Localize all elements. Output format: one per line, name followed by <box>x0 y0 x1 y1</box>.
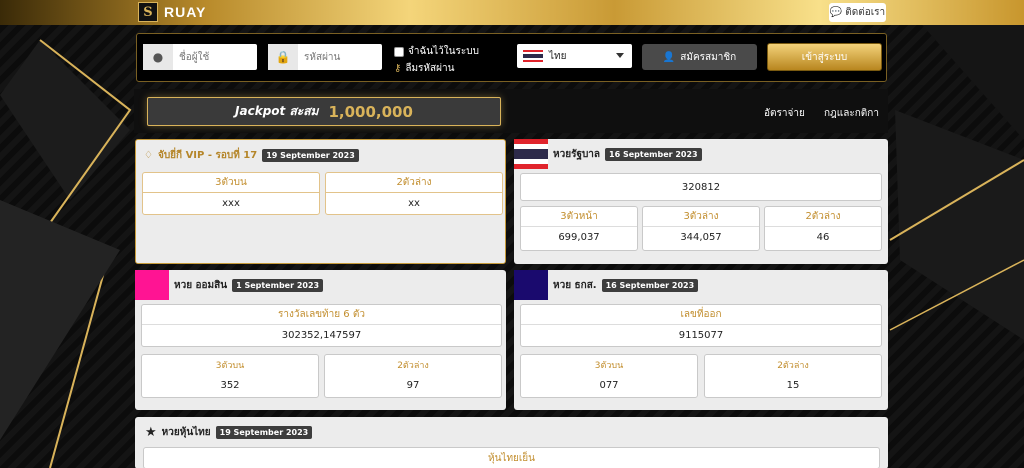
gsb-card-header: หวย ออมสิน 1 September 2023 <box>135 270 324 300</box>
stock-sub-box: หุ้นไทยเย็น <box>143 447 880 468</box>
stock-date-badge: 19 September 2023 <box>215 425 313 439</box>
remember-checkbox[interactable] <box>394 46 404 57</box>
thai-flag-icon <box>514 139 548 169</box>
gov-back2-label: 2ตัวล่าง <box>765 207 881 227</box>
vip-lottery-card: ♢ จับยี่กี VIP - รอบที่ 17 19 September … <box>135 139 506 264</box>
baac-prize-label: เลขที่ออก <box>521 305 881 325</box>
contact-button[interactable]: 💬 ติดต่อเรา <box>829 3 886 22</box>
forgot-label: ลืมรหัสผ่าน <box>405 63 455 74</box>
gov-title: หวยรัฐบาล <box>553 148 601 160</box>
language-select[interactable]: ไทย <box>517 44 632 68</box>
top-bar: S RUAY 💬 ติดต่อเรา <box>0 0 1024 25</box>
gov-back2-box: 2ตัวล่าง 46 <box>764 206 882 251</box>
baac-2bottom-value: 15 <box>786 379 800 391</box>
baac-3top-value: 077 <box>599 379 619 391</box>
logo-mark: S <box>138 2 158 22</box>
chat-icon: 💬 <box>829 7 843 18</box>
thai-stock-lottery-card: ★ หวยหุ้นไทย 19 September 2023 หุ้นไทยเย… <box>135 417 888 468</box>
gov-first-prize-box: 320812 <box>520 173 882 201</box>
gsb-2bottom-box: 2ตัวล่าง 97 <box>324 354 502 398</box>
register-button[interactable]: 👤 สมัครสมาชิก <box>642 44 757 70</box>
main-panel: Jackpot สะสม 1,000,000 อัตราจ่าย กฎและกต… <box>134 89 888 468</box>
vip-2bottom-label: 2ตัวล่าง <box>326 173 502 193</box>
baac-date-badge: 16 September 2023 <box>601 278 699 292</box>
stock-title: หวยหุ้นไทย <box>161 426 211 438</box>
jackpot-value: 1,000,000 <box>328 102 413 121</box>
vip-3top-box: 3ตัวบน xxx <box>142 172 320 215</box>
brand-name: RUAY <box>164 4 207 20</box>
gsb-2bottom-value: 97 <box>406 379 420 391</box>
gsb-prize-value: 302352,147597 <box>281 329 362 341</box>
gov-front3-label: 3ตัวหน้า <box>521 207 637 227</box>
logo[interactable]: S RUAY <box>138 2 206 22</box>
stock-card-header: ★ หวยหุ้นไทย 19 September 2023 <box>145 417 313 447</box>
gsb-date-badge: 1 September 2023 <box>232 278 324 292</box>
gov-card-header: หวยรัฐบาล 16 September 2023 <box>514 139 702 169</box>
gsb-3top-label: 3ตัวบน <box>215 361 245 371</box>
diamond-icon: ♢ <box>144 149 153 161</box>
lock-icon: 🔒 <box>268 44 298 70</box>
baac-prize-value: 9115077 <box>678 329 724 341</box>
baac-card-header: หวย ธกส. 16 September 2023 <box>514 270 699 300</box>
gsb-prize-box: รางวัลเลขท้าย 6 ตัว 302352,147597 <box>141 304 502 347</box>
jackpot-display: Jackpot สะสม 1,000,000 <box>147 97 501 126</box>
nav-rates[interactable]: อัตราจ่าย <box>764 106 805 121</box>
gov-back3-box: 3ตัวล่าง 344,057 <box>642 206 760 251</box>
vip-title: จับยี่กี VIP - รอบที่ 17 <box>157 149 258 161</box>
baac-2bottom-label: 2ตัวล่าง <box>777 361 809 371</box>
language-value: ไทย <box>549 50 567 62</box>
contact-label: ติดต่อเรา <box>845 7 886 18</box>
key-icon: ⚷ <box>394 63 402 74</box>
gsb-color-swatch <box>135 270 169 300</box>
user-icon: ● <box>143 44 173 70</box>
gov-date-badge: 16 September 2023 <box>605 147 702 161</box>
password-placeholder: รหัสผ่าน <box>304 51 341 63</box>
jackpot-label: Jackpot สะสม <box>235 104 319 118</box>
gsb-2bottom-label: 2ตัวล่าง <box>397 361 429 371</box>
vip-2bottom-value: xx <box>408 197 420 209</box>
vip-2bottom-box: 2ตัวล่าง xx <box>325 172 503 215</box>
gov-first-prize: 320812 <box>681 181 721 193</box>
gov-front3-value: 699,037 <box>558 231 600 243</box>
login-button[interactable]: เข้าสู่ระบบ <box>767 43 882 71</box>
baac-3top-box: 3ตัวบน 077 <box>520 354 698 398</box>
vip-3top-value: xxx <box>222 197 240 209</box>
vip-3top-label: 3ตัวบน <box>143 173 319 193</box>
government-lottery-card: หวยรัฐบาล 16 September 2023 320812 3ตัวห… <box>514 139 888 264</box>
password-field[interactable]: 🔒 รหัสผ่าน <box>268 44 382 70</box>
vip-card-header: ♢ จับยี่กี VIP - รอบที่ 17 19 September … <box>144 140 359 170</box>
gov-back2-value: 46 <box>816 231 830 243</box>
gov-back3-value: 344,057 <box>680 231 722 243</box>
baac-prize-box: เลขที่ออก 9115077 <box>520 304 882 347</box>
remember-me[interactable]: จำฉันไว้ในระบบ <box>394 44 479 59</box>
baac-lottery-card: หวย ธกส. 16 September 2023 เลขที่ออก 911… <box>514 270 888 410</box>
forgot-password-link[interactable]: ⚷ ลืมรหัสผ่าน <box>394 61 454 76</box>
baac-color-swatch <box>514 270 548 300</box>
stock-sub-label: หุ้นไทยเย็น <box>487 452 536 464</box>
jackpot-bar: Jackpot สะสม 1,000,000 อัตราจ่าย กฎและกต… <box>134 89 888 133</box>
gsb-3top-value: 352 <box>220 379 240 391</box>
username-placeholder: ชื่อผู้ใช้ <box>179 51 210 63</box>
vip-date-badge: 19 September 2023 <box>262 148 359 162</box>
login-bar: ● ชื่อผู้ใช้ 🔒 รหัสผ่าน จำฉันไว้ในระบบ ⚷… <box>136 33 887 82</box>
gov-back3-label: 3ตัวล่าง <box>643 207 759 227</box>
baac-title: หวย ธกส. <box>553 279 597 291</box>
thai-flag-icon <box>523 50 543 62</box>
gov-front3-box: 3ตัวหน้า 699,037 <box>520 206 638 251</box>
nav-rules[interactable]: กฎและกติกา <box>824 106 879 121</box>
register-label: สมัครสมาชิก <box>680 51 737 63</box>
gsb-3top-box: 3ตัวบน 352 <box>141 354 319 398</box>
chevron-down-icon <box>616 53 624 58</box>
gsb-lottery-card: หวย ออมสิน 1 September 2023 รางวัลเลขท้า… <box>135 270 506 410</box>
gsb-prize-label: รางวัลเลขท้าย 6 ตัว <box>142 305 501 325</box>
username-field[interactable]: ● ชื่อผู้ใช้ <box>143 44 257 70</box>
gsb-title: หวย ออมสิน <box>174 279 228 291</box>
star-icon: ★ <box>145 424 157 440</box>
add-user-icon: 👤 <box>662 51 676 63</box>
remember-label: จำฉันไว้ในระบบ <box>408 46 479 57</box>
baac-3top-label: 3ตัวบน <box>594 361 624 371</box>
baac-2bottom-box: 2ตัวล่าง 15 <box>704 354 882 398</box>
